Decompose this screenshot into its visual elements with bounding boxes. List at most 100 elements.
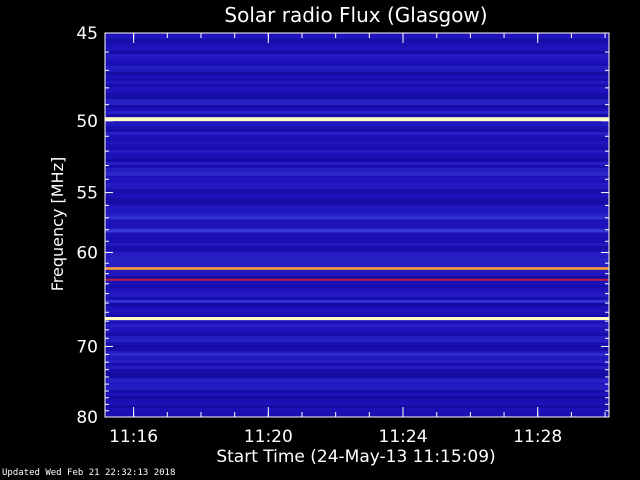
spectrogram-row <box>105 312 609 315</box>
y-tick-label: 70 <box>76 337 98 357</box>
emission-band <box>105 216 609 220</box>
spectrogram-row <box>105 237 609 240</box>
spectrogram-row <box>105 234 609 237</box>
emission-band <box>105 278 609 281</box>
spectrogram-row <box>105 297 609 300</box>
spectrogram-chart: 45 50 55 60 70 80 11:16 11:20 11:24 11:28 Solar r… <box>48 3 610 467</box>
spectrogram-row <box>105 75 609 78</box>
spectrogram-row <box>105 57 609 60</box>
y-tick-label: 60 <box>76 243 98 263</box>
spectrogram-row <box>105 402 609 405</box>
spectrogram-row <box>105 108 609 111</box>
spectrogram-row <box>105 348 609 351</box>
spectrogram-row <box>105 51 609 54</box>
spectrogram-row <box>105 45 609 48</box>
spectrogram-row <box>105 204 609 207</box>
spectrogram-row <box>105 321 609 324</box>
emission-band <box>105 378 609 383</box>
x-tick-label: 11:20 <box>244 427 293 447</box>
spectrogram-row <box>105 210 609 213</box>
y-tick-label: 80 <box>76 408 98 428</box>
spectrogram-row <box>105 327 609 330</box>
spectrogram-row <box>105 201 609 204</box>
spectrogram-row <box>105 60 609 63</box>
spectrogram-row <box>105 375 609 378</box>
spectrogram-row <box>105 48 609 51</box>
spectrogram-row <box>105 294 609 297</box>
spectrogram-row <box>105 357 609 360</box>
spectrogram-row <box>105 303 609 306</box>
spectrogram-row <box>105 309 609 312</box>
spectrogram-row <box>105 39 609 42</box>
spectrogram-row <box>105 165 609 168</box>
spectrogram-row <box>105 255 609 258</box>
emission-band <box>105 171 609 176</box>
spectrogram-row <box>105 261 609 264</box>
x-tick-label: 11:16 <box>109 427 158 447</box>
spectrogram-row <box>105 198 609 201</box>
spectrogram-row <box>105 372 609 375</box>
spectrogram-row <box>105 54 609 57</box>
spectrogram-row <box>105 285 609 288</box>
emission-band <box>105 353 609 356</box>
spectrogram-row <box>105 396 609 399</box>
spectrogram-row <box>105 150 609 153</box>
spectrogram-row <box>105 36 609 39</box>
y-tick-label: 50 <box>76 112 98 132</box>
spectrogram-row <box>105 225 609 228</box>
emission-band <box>105 300 609 303</box>
spectrogram-row <box>105 87 609 90</box>
spectrogram-row <box>105 144 609 147</box>
spectrogram-row <box>105 387 609 390</box>
spectrogram-row <box>105 336 609 339</box>
spectrogram-row <box>105 186 609 189</box>
spectrogram-row <box>105 258 609 261</box>
spectrogram-row <box>105 102 609 105</box>
x-tick-label: 11:24 <box>379 427 428 447</box>
y-axis-label: Frequency [MHz] <box>48 157 67 291</box>
emission-band <box>105 229 609 233</box>
chart-title: Solar radio Flux (Glasgow) <box>224 3 487 27</box>
spectrogram-row <box>105 66 609 69</box>
spectrogram-row <box>105 342 609 345</box>
spectrogram-row <box>105 69 609 72</box>
spectrogram-row <box>105 252 609 255</box>
emission-band <box>105 267 609 270</box>
x-tick-label: 11:28 <box>513 427 562 447</box>
spectrogram-row <box>105 243 609 246</box>
spectrogram-row <box>105 162 609 165</box>
spectrogram-row <box>105 363 609 366</box>
updated-timestamp: Updated Wed Feb 21 22:32:13 2018 <box>2 468 176 478</box>
spectrogram-row <box>105 288 609 291</box>
spectrogram-row <box>105 168 609 171</box>
spectrogram-row <box>105 93 609 96</box>
emission-band <box>105 117 609 122</box>
spectrogram-row <box>105 72 609 75</box>
spectrogram-row <box>105 189 609 192</box>
spectrogram-row <box>105 177 609 180</box>
spectrogram-row <box>105 219 609 222</box>
spectrogram-row <box>105 270 609 273</box>
spectrogram-row <box>105 99 609 102</box>
spectrogram-row <box>105 147 609 150</box>
spectrogram-row <box>105 111 609 114</box>
spectrogram-row <box>105 339 609 342</box>
spectrogram-row <box>105 399 609 402</box>
spectrogram-row <box>105 411 609 414</box>
spectrogram-row <box>105 222 609 225</box>
spectrogram-row <box>105 360 609 363</box>
spectrogram-row <box>105 114 609 117</box>
spectrogram-row <box>105 141 609 144</box>
spectrogram-row <box>105 159 609 162</box>
spectrogram-row <box>105 90 609 93</box>
spectrogram-row <box>105 330 609 333</box>
spectrogram-row <box>105 192 609 195</box>
spectrogram-row <box>105 291 609 294</box>
spectrogram-row <box>105 96 609 99</box>
emission-band <box>105 316 609 321</box>
spectrogram-row <box>105 384 609 387</box>
spectrogram-row <box>105 81 609 84</box>
spectrogram-row <box>105 333 609 336</box>
spectrogram-row <box>105 132 609 135</box>
spectrogram-row <box>105 207 609 210</box>
